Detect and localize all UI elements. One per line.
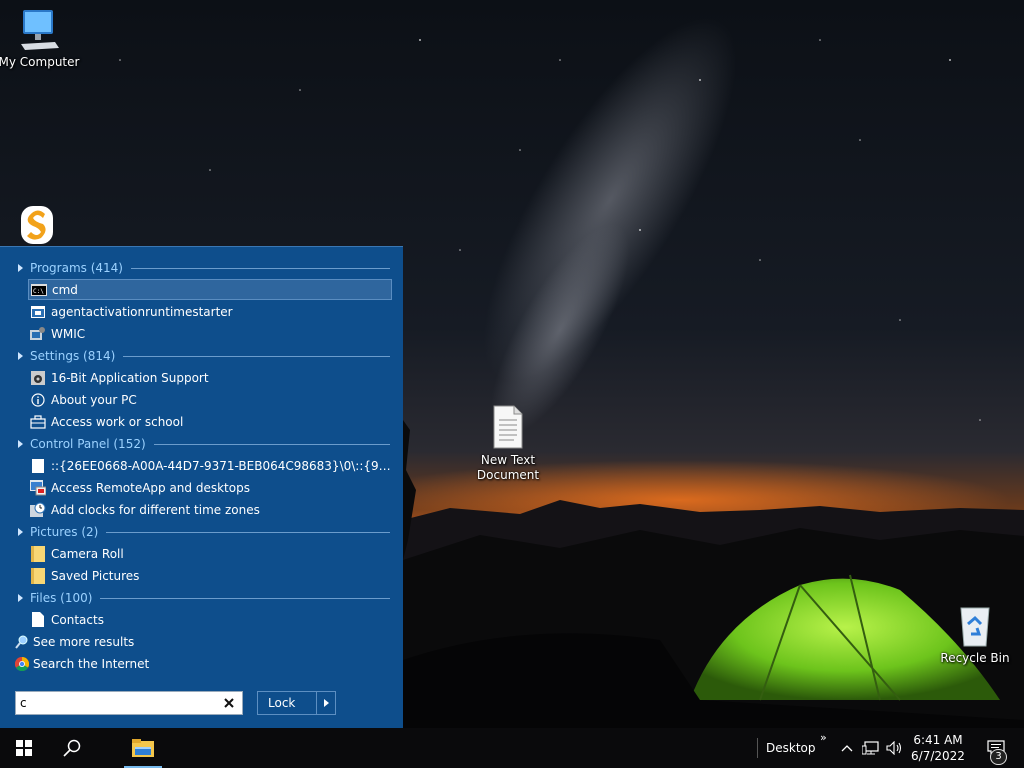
desktop-toolbar[interactable]: Desktop: [766, 728, 816, 768]
expand-arrow-icon: [18, 440, 23, 448]
briefcase-icon: [30, 414, 46, 430]
control-panel-icon: [30, 458, 46, 474]
wmic-icon: [30, 326, 46, 342]
taskbar-search-button[interactable]: [48, 728, 96, 768]
info-icon: [30, 392, 46, 408]
settings-disk-icon: [30, 370, 46, 386]
group-programs[interactable]: Programs (414): [14, 258, 390, 278]
folder-icon: [30, 567, 46, 584]
chevron-up-icon: [841, 745, 853, 752]
result-agentactivationruntimestarter[interactable]: agentactivationruntimestarter: [28, 301, 392, 322]
expand-arrow-icon: [18, 352, 23, 360]
text-file-icon: [493, 405, 523, 449]
expand-arrow-icon: [18, 264, 23, 272]
file-icon: [30, 612, 46, 628]
file-explorer-taskbar-button[interactable]: [120, 728, 166, 768]
show-hidden-icons-button[interactable]: [838, 728, 856, 768]
result-access-work-or-school[interactable]: Access work or school: [28, 411, 392, 432]
app-s-icon: [21, 206, 53, 244]
arrow-right-icon: [323, 699, 329, 707]
clock-date: 6/7/2022: [911, 749, 965, 763]
speaker-icon: [886, 741, 902, 755]
notification-count-badge: 3: [990, 749, 1007, 765]
my-computer-label: My Computer: [0, 55, 80, 69]
volume-button[interactable]: [884, 728, 906, 768]
svg-text:C:\: C:\: [33, 288, 44, 295]
recycle-bin-desktop-icon[interactable]: Recycle Bin: [933, 602, 1017, 666]
result-contacts[interactable]: Contacts: [28, 609, 392, 630]
new-text-document-label-1: New Text: [480, 453, 536, 467]
app-window-icon: [30, 304, 46, 320]
chrome-icon: [14, 656, 30, 672]
new-text-document-label-2: Document: [476, 468, 540, 482]
clock-time: 6:41 AM: [913, 733, 963, 747]
result-wmic[interactable]: WMIC: [28, 323, 392, 344]
app-desktop-icon[interactable]: [14, 204, 60, 246]
recycle-bin-icon: [960, 607, 990, 647]
folder-icon: [132, 739, 154, 757]
power-options-arrow-button[interactable]: [316, 691, 336, 715]
toolbar-overflow-chevron[interactable]: »: [820, 731, 827, 744]
search-input[interactable]: [16, 693, 216, 713]
cmd-icon: C:\: [31, 282, 47, 298]
remoteapp-icon: [30, 479, 46, 496]
lock-button[interactable]: Lock: [257, 691, 317, 715]
clock-icon: [30, 502, 46, 518]
taskbar-clock[interactable]: 6:41 AM 6/7/2022: [906, 732, 970, 764]
result-camera-roll[interactable]: Camera Roll: [28, 543, 392, 564]
result-about-your-pc[interactable]: About your PC: [28, 389, 392, 410]
group-control-panel[interactable]: Control Panel (152): [14, 434, 390, 454]
start-button[interactable]: [0, 728, 48, 768]
see-more-results-link[interactable]: See more results: [14, 632, 134, 652]
new-text-document-desktop-icon[interactable]: New Text Document: [466, 404, 550, 483]
search-box[interactable]: [15, 691, 243, 715]
result-16bit-application-support[interactable]: 16-Bit Application Support: [28, 367, 392, 388]
network-icon: [862, 741, 879, 755]
folder-icon: [30, 545, 46, 562]
network-button[interactable]: [860, 728, 882, 768]
result-saved-pictures[interactable]: Saved Pictures: [28, 565, 392, 586]
search-icon: [63, 739, 81, 757]
expand-arrow-icon: [18, 528, 23, 536]
start-menu: Programs (414) C:\ cmd agentactivationru…: [0, 246, 403, 728]
group-pictures[interactable]: Pictures (2): [14, 522, 390, 542]
computer-icon: [21, 10, 59, 50]
taskbar: Desktop » 6:41 AM 6/7/2022: [0, 728, 1024, 768]
result-access-remoteapp[interactable]: Access RemoteApp and desktops: [28, 477, 392, 498]
my-computer-desktop-icon[interactable]: My Computer: [0, 8, 81, 70]
result-control-panel-guid[interactable]: ::{26EE0668-A00A-44D7-9371-BEB064C98683}…: [28, 455, 392, 476]
windows-logo-icon: [16, 740, 32, 756]
result-cmd[interactable]: C:\ cmd: [28, 279, 392, 300]
result-add-clocks[interactable]: Add clocks for different time zones: [28, 499, 392, 520]
search-the-internet-link[interactable]: Search the Internet: [14, 654, 149, 674]
group-settings[interactable]: Settings (814): [14, 346, 390, 366]
recycle-bin-label: Recycle Bin: [940, 651, 1010, 665]
group-files[interactable]: Files (100): [14, 588, 390, 608]
expand-arrow-icon: [18, 594, 23, 602]
magnifier-icon: [14, 634, 30, 650]
clear-search-icon[interactable]: [222, 696, 236, 710]
